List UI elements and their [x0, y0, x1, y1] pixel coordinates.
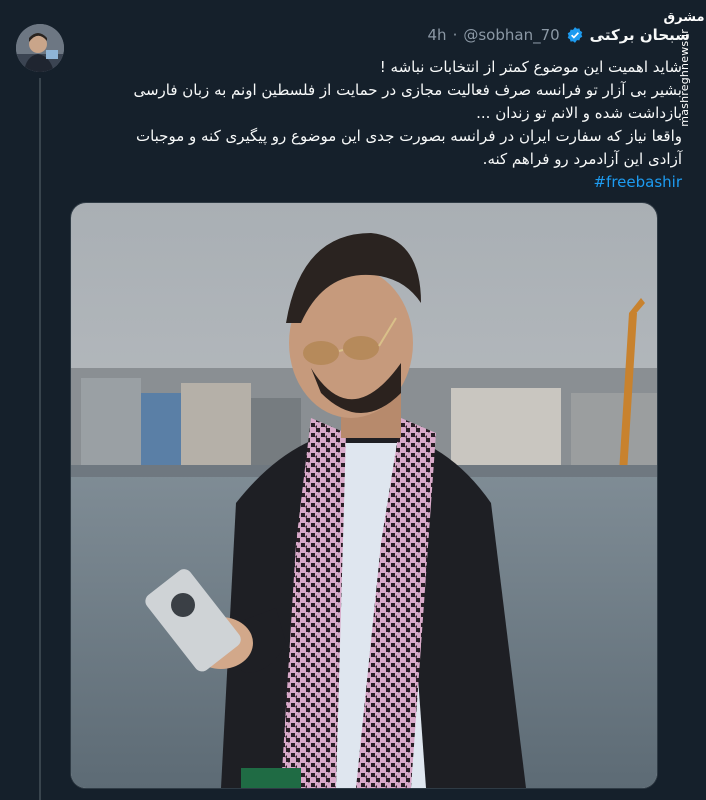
tweet-header: سبحان برکتی @sobhan_70 · 4h — [80, 26, 690, 44]
hashtag-link[interactable]: #freebashir — [593, 171, 682, 194]
tweet-line: بازداشت شده و الانم تو زندان ... — [476, 104, 682, 122]
author-handle[interactable]: @sobhan_70 — [463, 26, 559, 44]
thread-connector-line — [39, 78, 41, 800]
tweet-line: بشیر بی آزار تو فرانسه صرف فعالیت مجازی … — [133, 81, 682, 99]
watermark-site: mashreghnews.ir — [677, 29, 691, 127]
watermark-logo: مشرق — [663, 10, 705, 25]
verified-badge-icon — [566, 26, 584, 44]
separator-dot: · — [452, 26, 458, 44]
tweet-line: شاید اهمیت این موضوع کمتر از انتخابات نب… — [379, 58, 682, 76]
site-watermark: مشرق mashreghnews.ir — [664, 10, 705, 130]
tweet-line: واقعا نیاز که سفارت ایران در فرانسه بصور… — [135, 127, 682, 145]
avatar[interactable] — [16, 24, 64, 72]
tweet-body: شاید اهمیت این موضوع کمتر از انتخابات نب… — [66, 56, 682, 194]
tweet-photo[interactable] — [70, 202, 658, 789]
tweet-timestamp[interactable]: 4h — [428, 26, 447, 44]
tweet-line: آزادی این آزادمرد رو فراهم کنه. — [482, 150, 682, 168]
